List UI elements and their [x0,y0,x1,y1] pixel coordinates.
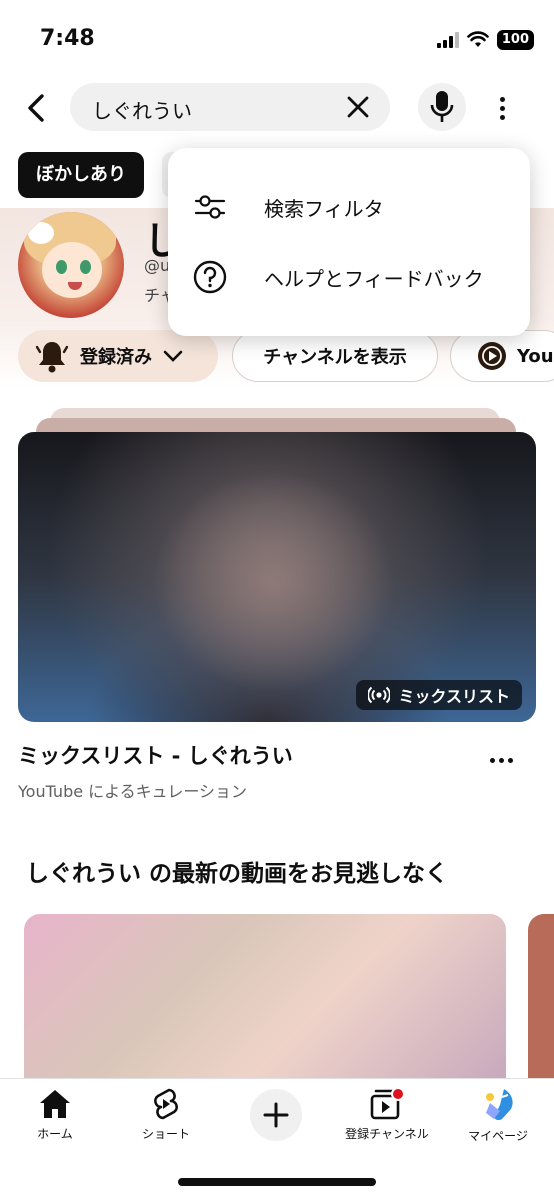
play-circle-icon [478,342,506,370]
menu-item-label: 検索フィルタ [264,196,384,221]
shorts-icon [154,1088,178,1120]
subscriptions-icon [370,1087,405,1120]
subscribed-button[interactable]: 登録済み [18,330,218,382]
subscribed-label: 登録済み [80,347,152,368]
mix-title[interactable]: ミックスリスト - しぐれうい [18,740,293,770]
chip-blurred[interactable]: ぼかしあり [18,152,144,198]
mix-thumbnail[interactable]: ミックスリスト [18,432,536,722]
microphone-icon [430,91,454,122]
more-options-button[interactable] [486,90,518,126]
create-button[interactable] [250,1089,302,1141]
search-query-text: しぐれうい [92,99,192,123]
view-channel-button[interactable]: チャンネルを表示 [232,330,438,382]
youtube-music-button[interactable]: You [450,330,554,382]
status-bar: 7:48 100 [0,0,554,80]
nav-subscriptions-label: 登録チャンネル [345,1127,429,1141]
close-icon [347,96,369,118]
battery-indicator: 100 [496,30,534,50]
status-time: 7:48 [40,26,95,51]
channel-handle: @u [144,256,171,275]
nav-you-label: マイページ [468,1129,528,1143]
video-thumbnail[interactable] [528,914,554,1084]
mix-badge-label: ミックスリスト [398,687,510,706]
video-thumbnail[interactable] [24,914,506,1084]
channel-avatar[interactable] [18,212,124,318]
menu-item-label: ヘルプとフィードバック [264,266,484,291]
sliders-icon [192,189,228,225]
bell-icon [35,342,69,373]
help-icon [192,259,228,295]
home-indicator [178,1178,376,1186]
section-title: しぐれうい の最新の動画をお見逃しなく [26,861,449,887]
back-button[interactable] [18,88,54,128]
account-avatar-icon [486,1089,513,1121]
broadcast-icon [368,686,391,704]
wifi-icon [467,31,489,47]
chevron-down-icon [163,350,183,362]
nav-home[interactable]: ホーム [5,1087,105,1142]
nav-subscriptions[interactable]: 登録チャンネル [337,1087,437,1142]
voice-search-button[interactable] [418,83,466,131]
back-arrow-icon [28,94,44,122]
menu-item-search-filter[interactable]: 検索フィルタ [168,172,530,242]
mix-more-button[interactable] [486,748,516,772]
overflow-menu: 検索フィルタ ヘルプとフィードバック [168,148,530,336]
search-header: しぐれうい [0,80,554,136]
home-icon [40,1090,70,1118]
youtube-music-label: You [517,345,554,367]
channel-action-row: 登録済み チャンネルを表示 You [0,330,554,384]
search-input[interactable]: しぐれうい [70,83,390,131]
status-icons: 100 [436,30,534,50]
nav-you[interactable]: マイページ [448,1087,548,1144]
cellular-signal-icon [436,32,459,48]
clear-search-button[interactable] [344,93,372,121]
mix-subtitle: YouTube によるキュレーション [18,782,248,801]
menu-item-help-feedback[interactable]: ヘルプとフィードバック [168,242,530,312]
nav-home-label: ホーム [37,1127,73,1141]
nav-shorts[interactable]: ショート [116,1087,216,1142]
nav-shorts-label: ショート [141,1127,190,1141]
mix-badge: ミックスリスト [356,680,522,710]
plus-icon [263,1102,289,1128]
